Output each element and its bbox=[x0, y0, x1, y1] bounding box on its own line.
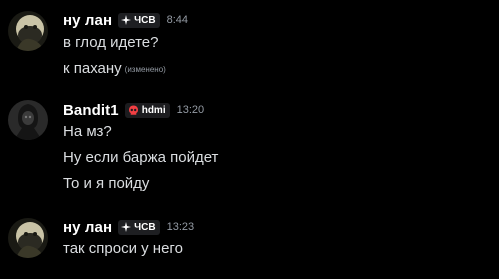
skull-icon bbox=[128, 105, 138, 115]
message-header: ну лан ЧСВ 13:23 bbox=[63, 217, 194, 237]
server-tag[interactable]: ЧСВ bbox=[118, 12, 160, 28]
timestamp[interactable]: 13:23 bbox=[167, 221, 195, 233]
message-text-content: к пахану bbox=[63, 60, 122, 77]
username[interactable]: ну лан bbox=[63, 12, 112, 29]
server-tag-label: ЧСВ bbox=[134, 14, 156, 26]
message-text: в глод идете? bbox=[63, 34, 159, 51]
chat-messages: ну лан ЧСВ 8:44 в глод идете? к пахану (и… bbox=[0, 0, 499, 279]
username[interactable]: ну лан bbox=[63, 219, 112, 236]
message-text: так спроси у него bbox=[63, 240, 183, 257]
sparkle-icon bbox=[121, 222, 132, 232]
message-header: Bandit1 hdmi 13:20 bbox=[63, 100, 204, 120]
message-text: То и я пойду bbox=[63, 175, 150, 192]
sparkle-icon bbox=[121, 15, 132, 25]
message-text: Ну если баржа пойдет bbox=[63, 149, 219, 166]
message-text: к пахану (изменено) bbox=[63, 59, 166, 80]
server-tag[interactable]: hdmi bbox=[124, 102, 170, 118]
server-tag-label: ЧСВ bbox=[134, 221, 156, 233]
edited-label: (изменено) bbox=[124, 65, 166, 74]
message-text: На мз? bbox=[63, 123, 112, 140]
avatar[interactable] bbox=[8, 11, 48, 51]
server-tag[interactable]: ЧСВ bbox=[118, 219, 160, 235]
timestamp[interactable]: 13:20 bbox=[177, 104, 205, 116]
server-tag-label: hdmi bbox=[141, 104, 166, 116]
timestamp[interactable]: 8:44 bbox=[167, 14, 188, 26]
avatar[interactable] bbox=[8, 218, 48, 258]
message-header: ну лан ЧСВ 8:44 bbox=[63, 10, 188, 30]
username[interactable]: Bandit1 bbox=[63, 102, 119, 119]
avatar[interactable] bbox=[8, 100, 48, 140]
